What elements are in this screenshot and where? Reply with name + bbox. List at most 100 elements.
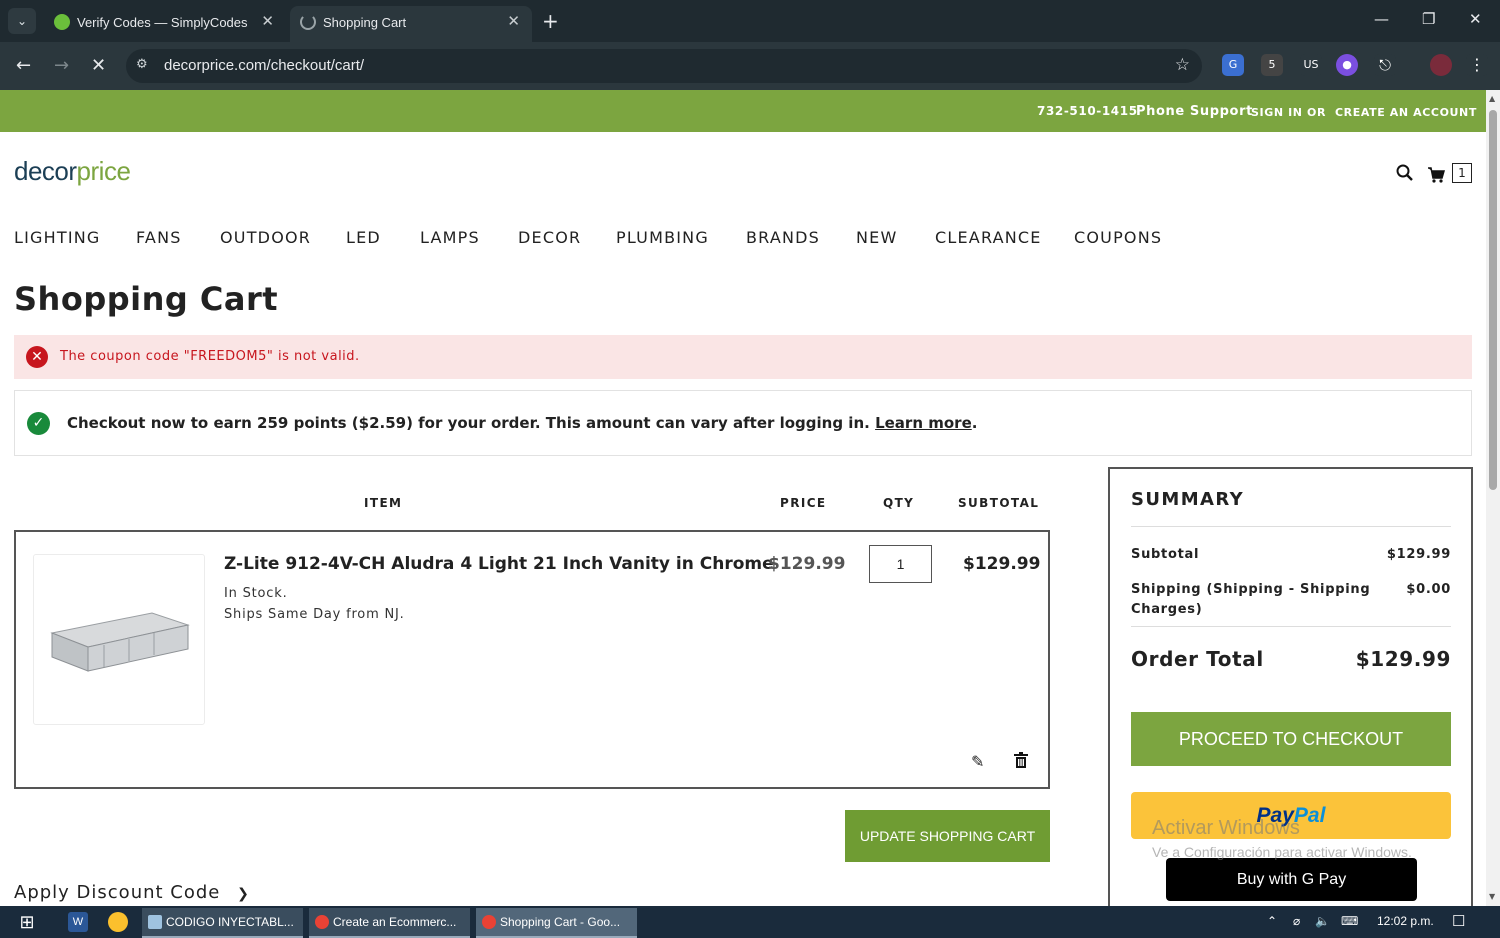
menu-item-plumbing[interactable]: PLUMBING — [616, 228, 709, 247]
bookmark-star-icon[interactable]: ☆ — [1175, 55, 1190, 75]
shipping-value: $0.00 — [1406, 582, 1451, 597]
phone-support-label[interactable]: Phone Support — [1136, 104, 1253, 119]
word-app-icon[interactable]: W — [68, 912, 88, 932]
subtotal-row: Subtotal $129.99 — [1131, 547, 1451, 562]
stop-loading-icon[interactable]: ✕ — [91, 55, 106, 76]
google-pay-button[interactable]: Buy with G Pay — [1166, 858, 1417, 901]
menu-item-outdoor[interactable]: OUTDOOR — [220, 228, 311, 247]
taskbar-task-codigo[interactable]: CODIGO INYECTABL... — [142, 908, 303, 938]
column-header-price: PRICE — [780, 496, 827, 510]
search-icon[interactable] — [1396, 164, 1414, 182]
extensions-puzzle-icon[interactable]: ⎋ — [1374, 54, 1396, 76]
menu-item-led[interactable]: LED — [346, 228, 381, 247]
scrollbar-thumb[interactable] — [1489, 110, 1497, 490]
menu-item-clearance[interactable]: CLEARANCE — [935, 228, 1042, 247]
menu-item-fans[interactable]: FANS — [136, 228, 182, 247]
page-title: Shopping Cart — [14, 280, 279, 318]
learn-more-link[interactable]: Learn more — [875, 414, 972, 432]
cart-item-row: Z-Lite 912-4V-CH Aludra 4 Light 21 Inch … — [14, 530, 1050, 789]
windows-activation-watermark: Activar Windows — [1152, 817, 1300, 839]
menu-item-new[interactable]: NEW — [856, 228, 898, 247]
cart-icon[interactable] — [1427, 166, 1445, 184]
points-text: Checkout now to earn 259 points ($2.59) … — [67, 414, 978, 432]
proceed-to-checkout-button[interactable]: PROCEED TO CHECKOUT — [1131, 712, 1451, 766]
start-grid-icon[interactable]: ⊞ — [17, 912, 37, 932]
chevron-down-icon: ❯ — [237, 886, 250, 902]
menu-item-lamps[interactable]: LAMPS — [420, 228, 480, 247]
minimize-icon[interactable]: — — [1374, 10, 1389, 28]
cart-count-badge[interactable]: 1 — [1452, 163, 1472, 183]
browser-tab-bar: ⌄ Verify Codes — SimplyCodes ✕ Shopping … — [0, 0, 1500, 42]
column-header-qty: QTY — [883, 496, 915, 510]
forward-arrow-icon[interactable]: → — [54, 55, 69, 76]
tab-verify-codes[interactable]: Verify Codes — SimplyCodes ✕ — [44, 6, 286, 42]
close-tab-icon[interactable]: ✕ — [261, 12, 274, 30]
update-shopping-cart-button[interactable]: UPDATE SHOPPING CART — [845, 810, 1050, 862]
divider — [1131, 526, 1451, 527]
divider — [1131, 626, 1451, 627]
browser-toolbar: ← → ✕ ⚙ decorprice.com/checkout/cart/ ☆ … — [0, 42, 1500, 90]
scroll-up-icon[interactable]: ▲ — [1489, 94, 1495, 103]
product-name-link[interactable]: Z-Lite 912-4V-CH Aludra 4 Light 21 Inch … — [224, 554, 774, 574]
or-label: OR — [1307, 106, 1327, 119]
network-icon[interactable]: ⌀ — [1293, 914, 1300, 928]
chrome-icon — [315, 915, 329, 929]
success-check-icon: ✓ — [27, 412, 50, 435]
windows-taskbar: ⊞ W CODIGO INYECTABL... Create an Ecomme… — [0, 906, 1500, 938]
stock-status: In Stock. — [224, 586, 288, 601]
url-text[interactable]: decorprice.com/checkout/cart/ — [164, 57, 364, 74]
site-logo[interactable]: decorprice — [14, 156, 131, 187]
tab-search-chevron-icon[interactable]: ⌄ — [8, 8, 36, 34]
browser-menu-icon[interactable]: ⋮ — [1466, 54, 1488, 76]
tab-title: Shopping Cart — [323, 15, 407, 30]
clock-time[interactable]: 12:02 p.m. — [1377, 914, 1434, 928]
menu-item-brands[interactable]: BRANDS — [746, 228, 820, 247]
error-text: The coupon code "FREEDOM5" is not valid. — [60, 349, 360, 364]
subtotal-value: $129.99 — [1386, 547, 1451, 562]
create-account-link[interactable]: CREATE AN ACCOUNT — [1335, 106, 1477, 119]
summary-title: SUMMARY — [1131, 489, 1245, 510]
sign-in-link[interactable]: SIGN IN — [1251, 106, 1303, 119]
web-page: 732-510-1415 Phone Support SIGN IN OR CR… — [0, 90, 1486, 906]
notepad-icon — [148, 915, 162, 929]
volume-icon[interactable]: 🔈 — [1315, 914, 1330, 928]
quantity-input[interactable] — [869, 545, 932, 583]
edit-pencil-icon[interactable]: ✎ — [971, 752, 984, 771]
menu-item-lighting[interactable]: LIGHTING — [14, 228, 101, 247]
error-x-icon: ✕ — [26, 346, 48, 368]
delete-trash-icon[interactable] — [1014, 752, 1028, 772]
windows-activation-hint: Ve a Configuración para activar Windows. — [1152, 844, 1412, 860]
new-tab-icon[interactable]: + — [542, 9, 559, 33]
notification-icon[interactable]: ☐ — [1452, 912, 1465, 930]
us-extension-icon[interactable]: US — [1300, 54, 1322, 76]
chrome-app-icon[interactable] — [108, 912, 128, 932]
extension-badge-icon[interactable]: 5 — [1261, 54, 1283, 76]
window-close-icon[interactable]: ✕ — [1469, 10, 1482, 28]
menu-item-coupons[interactable]: COUPONS — [1074, 228, 1162, 247]
apply-discount-toggle[interactable]: Apply Discount Code ❯ — [14, 882, 250, 903]
translate-extension-icon[interactable]: G — [1222, 54, 1244, 76]
reward-points-message: ✓ Checkout now to earn 259 points ($2.59… — [14, 390, 1472, 456]
profile-avatar-icon[interactable] — [1430, 54, 1452, 76]
purple-extension-icon[interactable]: ● — [1336, 54, 1358, 76]
menu-item-decor[interactable]: DECOR — [518, 228, 581, 247]
page-scrollbar[interactable]: ▲ ▼ — [1486, 90, 1500, 906]
simplycodes-favicon-icon — [54, 14, 70, 30]
item-price: $129.99 — [768, 554, 846, 574]
taskbar-task-ecommerce[interactable]: Create an Ecommerc... — [309, 908, 470, 938]
restore-icon[interactable]: ❐ — [1422, 10, 1435, 28]
product-thumbnail[interactable] — [33, 554, 205, 725]
address-bar[interactable]: ⚙ decorprice.com/checkout/cart/ ☆ — [126, 49, 1202, 83]
coupon-error-message: ✕ The coupon code "FREEDOM5" is not vali… — [14, 335, 1472, 379]
taskbar-task-shopping-cart[interactable]: Shopping Cart - Goo... — [476, 908, 637, 938]
loading-favicon-icon — [300, 14, 316, 30]
tray-chevron-icon[interactable]: ⌃ — [1267, 914, 1277, 928]
keyboard-icon[interactable]: ⌨ — [1341, 914, 1358, 928]
tab-shopping-cart[interactable]: Shopping Cart ✕ — [290, 6, 532, 42]
close-tab-icon[interactable]: ✕ — [507, 12, 520, 30]
phone-number[interactable]: 732-510-1415 — [1037, 104, 1138, 118]
site-info-icon[interactable]: ⚙ — [136, 57, 148, 72]
order-summary: SUMMARY Subtotal $129.99 Shipping (Shipp… — [1108, 467, 1473, 906]
back-arrow-icon[interactable]: ← — [16, 55, 31, 76]
scroll-down-icon[interactable]: ▼ — [1489, 892, 1495, 901]
